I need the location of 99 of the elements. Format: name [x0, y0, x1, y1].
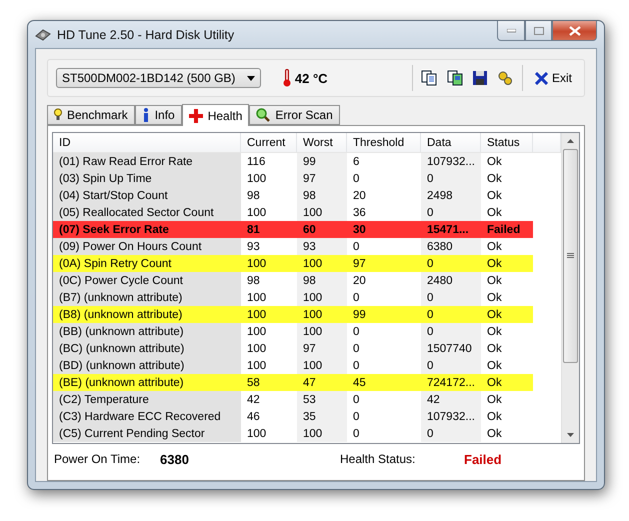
- table-cell: 2498: [421, 187, 481, 204]
- table-cell: 1507740: [421, 340, 481, 357]
- table-cell: 97: [347, 255, 421, 272]
- table-cell: 0: [421, 170, 481, 187]
- tab[interactable]: Health: [182, 104, 250, 126]
- table-cell: 100: [297, 306, 347, 323]
- table-cell: 100: [297, 289, 347, 306]
- table-cell: 100: [297, 425, 347, 442]
- table-cell: 35: [297, 408, 347, 425]
- table-cell: Ok: [481, 306, 533, 323]
- table-cell: 97: [297, 340, 347, 357]
- exit-button[interactable]: Exit: [531, 71, 576, 85]
- table-cell: 0: [421, 204, 481, 221]
- tab[interactable]: Benchmark: [47, 105, 135, 125]
- temperature-reading: 42 °C: [294, 70, 328, 86]
- maximize-button[interactable]: [525, 21, 552, 41]
- table-cell: 2480: [421, 272, 481, 289]
- table-cell: (B7) (unknown attribute): [53, 289, 241, 306]
- table-cell: (07) Seek Error Rate: [53, 221, 241, 238]
- table-cell: (01) Raw Read Error Rate: [53, 153, 241, 170]
- thermometer-icon: [282, 69, 291, 87]
- copy-image-icon[interactable]: [446, 68, 464, 88]
- table-cell: (C3) Hardware ECC Recovered: [53, 408, 241, 425]
- table-cell: (B8) (unknown attribute): [53, 306, 241, 323]
- close-icon: [535, 72, 548, 84]
- table-cell: 58: [241, 374, 297, 391]
- table-cell: (BE) (unknown attribute): [53, 374, 241, 391]
- close-icon: [568, 26, 580, 36]
- caret-icon: [246, 76, 255, 80]
- table-cell: 0: [421, 425, 481, 442]
- column-header[interactable]: Worst: [297, 133, 347, 152]
- table-cell: 6380: [421, 238, 481, 255]
- table-cell: (0A) Spin Retry Count: [53, 255, 241, 272]
- table-cell: 53: [297, 391, 347, 408]
- table-cell: 45: [347, 374, 421, 391]
- table-cell: 47: [297, 374, 347, 391]
- table-cell: 100: [297, 357, 347, 374]
- table-cell: (C2) Temperature: [53, 391, 241, 408]
- health-status-label: Health Status:: [340, 452, 416, 466]
- health-status-value: Failed: [464, 452, 503, 466]
- table-cell: (BD) (unknown attribute): [53, 357, 241, 374]
- table-cell: 15471...: [421, 221, 481, 238]
- table-cell: 107932...: [421, 408, 481, 425]
- table-cell: 100: [297, 204, 347, 221]
- table-cell: 98: [297, 187, 347, 204]
- scrollbar[interactable]: [561, 133, 579, 443]
- power-on-value: 6380: [160, 452, 190, 466]
- drive-dropdown[interactable]: ST500DM002-1BD142 (500 GB): [56, 68, 261, 88]
- maximize-icon: [534, 26, 544, 34]
- table-cell: 100: [241, 306, 297, 323]
- table-cell: 0: [421, 289, 481, 306]
- table-cell: 0: [421, 323, 481, 340]
- grip-icon: [567, 253, 574, 259]
- table-cell: 0: [421, 357, 481, 374]
- column-header[interactable]: ID: [53, 133, 241, 152]
- tab[interactable]: Error Scan: [249, 105, 340, 125]
- table-cell: 30: [347, 221, 421, 238]
- table-cell: Ok: [481, 255, 533, 272]
- close-button[interactable]: [552, 21, 597, 41]
- table-cell: 60: [297, 221, 347, 238]
- table-cell: (05) Reallocated Sector Count: [53, 204, 241, 221]
- table-cell: 107932...: [421, 153, 481, 170]
- table-cell: 0: [421, 306, 481, 323]
- table-cell: (BB) (unknown attribute): [53, 323, 241, 340]
- table-cell: 99: [297, 153, 347, 170]
- table-cell: 100: [241, 255, 297, 272]
- column-header[interactable]: Current: [241, 133, 297, 152]
- table-cell: Ok: [481, 374, 533, 391]
- power-on-label: Power On Time:: [54, 452, 142, 466]
- table-cell: (03) Spin Up Time: [53, 170, 241, 187]
- table-cell: 100: [297, 323, 347, 340]
- table-cell: (09) Power On Hours Count: [53, 238, 241, 255]
- table-cell: 42: [421, 391, 481, 408]
- table-cell: 724172...: [421, 374, 481, 391]
- column-header[interactable]: Data: [421, 133, 481, 152]
- tab[interactable]: Info: [134, 105, 182, 125]
- table-cell: 81: [241, 221, 297, 238]
- table-cell: (C5) Current Pending Sector: [53, 425, 241, 442]
- table-cell: 0: [421, 255, 481, 272]
- column-header[interactable]: Status: [481, 133, 533, 152]
- table-cell: 100: [297, 255, 347, 272]
- cross-icon: [188, 108, 203, 122]
- table-cell: Failed: [481, 221, 533, 238]
- info-icon: [142, 108, 150, 122]
- table-cell: (BC) (unknown attribute): [53, 340, 241, 357]
- save-icon[interactable]: [471, 68, 489, 88]
- table-cell: (04) Start/Stop Count: [53, 187, 241, 204]
- table-cell: 93: [297, 238, 347, 255]
- lightbulb-icon: [54, 108, 62, 122]
- column-header[interactable]: Threshold: [347, 133, 421, 152]
- minimize-icon: [506, 28, 516, 32]
- magnifier-icon: [256, 108, 270, 122]
- table-cell: 97: [297, 170, 347, 187]
- table-cell: 99: [347, 306, 421, 323]
- table-cell: 98: [297, 272, 347, 289]
- copy-icon[interactable]: [420, 68, 438, 88]
- table-cell: (0C) Power Cycle Count: [53, 272, 241, 289]
- window-title: HD Tune 2.50 - Hard Disk Utility: [57, 28, 236, 42]
- minimize-button[interactable]: [497, 21, 525, 41]
